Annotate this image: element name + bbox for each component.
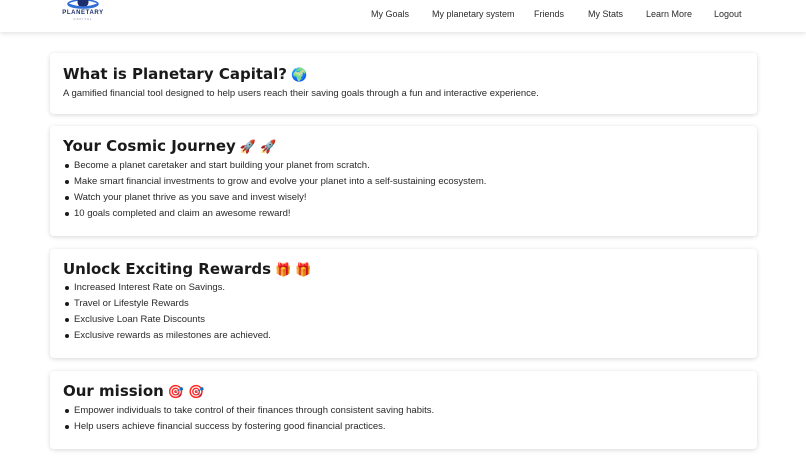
list-item: 10 goals completed and claim an awesome … xyxy=(64,206,486,222)
nav-friends[interactable]: Friends xyxy=(534,9,564,19)
list-item: Empower individuals to take control of t… xyxy=(64,403,434,419)
gift-icon: 🎁 🎁 xyxy=(275,263,312,278)
section-title: Unlock Exciting Rewards 🎁 🎁 xyxy=(63,260,312,278)
section-description: A gamified financial tool designed to he… xyxy=(63,88,539,99)
section-title-text: What is Planetary Capital? xyxy=(63,65,287,83)
rocket-icon: 🚀 🚀 xyxy=(239,140,277,155)
list-item: Become a planet caretaker and start buil… xyxy=(64,158,486,174)
card-what-is: What is Planetary Capital? 🌍 A gamified f… xyxy=(50,53,757,114)
section-title-text: Our mission xyxy=(63,382,164,400)
globe-icon: 🌍 xyxy=(290,68,308,83)
nav-logout[interactable]: Logout xyxy=(714,9,742,19)
mission-list: Empower individuals to take control of t… xyxy=(64,403,434,435)
section-title: Your Cosmic Journey 🚀 🚀 xyxy=(63,137,276,155)
journey-list: Become a planet caretaker and start buil… xyxy=(64,158,486,222)
card-rewards: Unlock Exciting Rewards 🎁 🎁 Increased Int… xyxy=(50,249,757,358)
main-nav: My Goals My planetary system Friends My … xyxy=(0,0,806,30)
section-title: Our mission 🎯 🎯 xyxy=(63,382,204,400)
top-navbar: PLANETARY CAPITAL My Goals My planetary … xyxy=(0,0,806,32)
list-item: Make smart financial investments to grow… xyxy=(64,174,486,190)
list-item: Watch your planet thrive as you save and… xyxy=(64,190,486,206)
card-mission: Our mission 🎯 🎯 Empower individuals to ta… xyxy=(50,371,757,449)
list-item: Help users achieve financial success by … xyxy=(64,419,434,435)
list-item: Increased Interest Rate on Savings. xyxy=(65,280,271,296)
section-title: What is Planetary Capital? 🌍 xyxy=(63,65,307,83)
nav-learn-more[interactable]: Learn More xyxy=(646,9,692,19)
card-cosmic-journey: Your Cosmic Journey 🚀 🚀 Become a planet c… xyxy=(50,126,757,236)
rewards-list: Increased Interest Rate on Savings. Trav… xyxy=(65,280,271,344)
list-item: Exclusive rewards as milestones are achi… xyxy=(65,328,271,344)
list-item: Travel or Lifestyle Rewards xyxy=(65,296,271,312)
nav-my-planetary-system[interactable]: My planetary system xyxy=(432,9,515,19)
nav-my-goals[interactable]: My Goals xyxy=(371,9,409,19)
nav-my-stats[interactable]: My Stats xyxy=(588,9,623,19)
target-icon: 🎯 🎯 xyxy=(167,385,205,400)
section-title-text: Your Cosmic Journey xyxy=(63,137,236,155)
section-title-text: Unlock Exciting Rewards xyxy=(63,260,272,278)
list-item: Exclusive Loan Rate Discounts xyxy=(65,312,271,328)
